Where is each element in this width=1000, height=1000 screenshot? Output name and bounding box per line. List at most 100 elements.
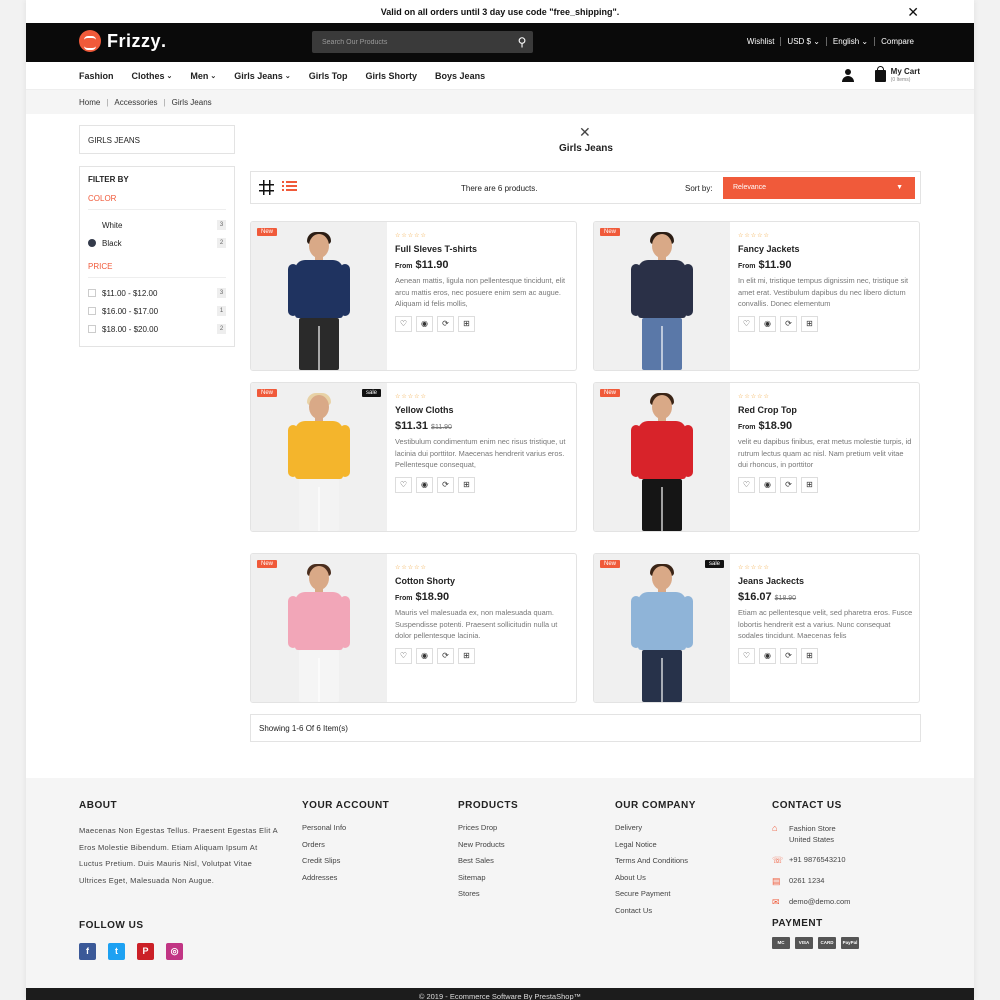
brand-name: Frizzy xyxy=(107,30,162,51)
quick-view-icon[interactable]: ◉ xyxy=(759,316,776,332)
price-filter-2[interactable]: $16.00 - $17.00 1 xyxy=(88,302,226,320)
footer-link[interactable]: About Us xyxy=(615,873,696,882)
add-to-cart-icon[interactable]: ⊞ xyxy=(801,648,818,664)
product-name[interactable]: Full Sleves T-shirts xyxy=(395,244,571,254)
product-price-row: From $11.90 xyxy=(738,259,914,271)
language-selector[interactable]: English ⌄ xyxy=(825,37,874,46)
nav-item-fashion[interactable]: Fashion xyxy=(79,71,114,81)
product-card[interactable]: New ☆☆☆☆☆ Fancy Jackets From $11.90 In elit m… xyxy=(593,221,920,371)
nav-item-girls-top[interactable]: Girls Top xyxy=(309,71,348,81)
price-filter-1[interactable]: $11.00 - $12.00 3 xyxy=(88,284,226,302)
product-image[interactable]: New sale xyxy=(251,383,387,531)
footer-link[interactable]: Addresses xyxy=(302,873,389,882)
add-to-cart-icon[interactable]: ⊞ xyxy=(458,648,475,664)
footer-link[interactable]: New Products xyxy=(458,840,518,849)
footer-link[interactable]: Contact Us xyxy=(615,906,696,915)
nav-item-boys-jeans[interactable]: Boys Jeans xyxy=(435,71,485,81)
product-image[interactable]: New xyxy=(594,222,730,370)
sort-select[interactable]: Relevance ▼ xyxy=(723,177,915,199)
nav-item-men[interactable]: Men ⌄ xyxy=(190,71,216,81)
price-filter-3[interactable]: $18.00 - $20.00 2 xyxy=(88,320,226,338)
quick-view-icon[interactable]: ◉ xyxy=(759,477,776,493)
add-to-cart-icon[interactable]: ⊞ xyxy=(801,316,818,332)
product-image[interactable]: New xyxy=(594,383,730,531)
footer-link[interactable]: Prices Drop xyxy=(458,823,518,832)
product-card[interactable]: New ☆☆☆☆☆ Full Sleves T-shirts From $11.90 Ae… xyxy=(250,221,577,371)
footer-link[interactable]: Delivery xyxy=(615,823,696,832)
compare-icon[interactable]: ⟳ xyxy=(437,648,454,664)
footer-link[interactable]: Personal Info xyxy=(302,823,389,832)
footer-link[interactable]: Terms And Conditions xyxy=(615,856,696,865)
wishlist-icon[interactable]: ♡ xyxy=(395,316,412,332)
color-filter-white[interactable]: White 3 xyxy=(88,216,226,234)
wishlist-icon[interactable]: ♡ xyxy=(395,477,412,493)
logo[interactable]: Frizzy. xyxy=(79,30,167,52)
wishlist-icon[interactable]: ♡ xyxy=(738,477,755,493)
compare-link[interactable]: Compare xyxy=(874,37,920,46)
search-input[interactable] xyxy=(312,38,511,46)
email-text[interactable]: demo@demo.com xyxy=(789,897,850,906)
breadcrumb-home[interactable]: Home xyxy=(79,98,100,107)
close-category-icon[interactable]: ✕ xyxy=(579,124,591,141)
breadcrumb-accessories[interactable]: Accessories xyxy=(114,98,157,107)
footer-link[interactable]: Stores xyxy=(458,889,518,898)
twitter-icon[interactable]: t xyxy=(108,943,125,960)
add-to-cart-icon[interactable]: ⊞ xyxy=(458,477,475,493)
site-header: Frizzy. ⚲ Wishlist USD $ ⌄ English ⌄ Com… xyxy=(26,23,974,62)
filter-title: FILTER BY xyxy=(88,175,129,184)
close-icon[interactable]: ✕ xyxy=(907,4,919,21)
product-name[interactable]: Fancy Jackets xyxy=(738,244,914,254)
add-to-cart-icon[interactable]: ⊞ xyxy=(801,477,818,493)
product-image[interactable]: New xyxy=(251,222,387,370)
grid-view-icon[interactable] xyxy=(259,180,274,195)
compare-icon[interactable]: ⟳ xyxy=(437,477,454,493)
product-image[interactable]: New xyxy=(251,554,387,702)
currency-selector[interactable]: USD $ ⌄ xyxy=(780,37,826,46)
rating-stars-icon: ☆☆☆☆☆ xyxy=(738,565,770,571)
instagram-icon[interactable]: ◎ xyxy=(166,943,183,960)
checkbox[interactable] xyxy=(88,325,96,333)
wishlist-icon[interactable]: ♡ xyxy=(395,648,412,664)
product-card[interactable]: New ☆☆☆☆☆ Red Crop Top From $18.90 velit eu d… xyxy=(593,382,920,532)
cart-button[interactable]: My Cart (0 Items) xyxy=(874,66,920,83)
footer-link[interactable]: Sitemap xyxy=(458,873,518,882)
nav-item-girls-shorty[interactable]: Girls Shorty xyxy=(366,71,418,81)
footer-link[interactable]: Credit Slips xyxy=(302,856,389,865)
quick-view-icon[interactable]: ◉ xyxy=(416,316,433,332)
color-filter-black[interactable]: Black 2 xyxy=(88,234,226,252)
compare-icon[interactable]: ⟳ xyxy=(437,316,454,332)
wishlist-icon[interactable]: ♡ xyxy=(738,316,755,332)
footer-link[interactable]: Legal Notice xyxy=(615,840,696,849)
product-card[interactable]: New sale ☆☆☆☆☆ Jeans Jackects $16.07 $18.90 Et… xyxy=(593,553,920,703)
add-to-cart-icon[interactable]: ⊞ xyxy=(458,316,475,332)
product-name[interactable]: Jeans Jackects xyxy=(738,576,914,586)
quick-view-icon[interactable]: ◉ xyxy=(759,648,776,664)
footer-link[interactable]: Secure Payment xyxy=(615,889,696,898)
compare-icon[interactable]: ⟳ xyxy=(780,477,797,493)
nav-item-girls-jeans[interactable]: Girls Jeans ⌄ xyxy=(234,71,290,81)
product-name[interactable]: Cotton Shorty xyxy=(395,576,571,586)
footer-link[interactable]: Orders xyxy=(302,840,389,849)
product-card[interactable]: New ☆☆☆☆☆ Cotton Shorty From $18.90 Mauris ve… xyxy=(250,553,577,703)
facebook-icon[interactable]: f xyxy=(79,943,96,960)
checkbox[interactable] xyxy=(88,307,96,315)
wishlist-link[interactable]: Wishlist xyxy=(741,37,781,46)
product-name[interactable]: Yellow Cloths xyxy=(395,405,571,415)
wishlist-icon[interactable]: ♡ xyxy=(738,648,755,664)
footer-link[interactable]: Best Sales xyxy=(458,856,518,865)
user-icon[interactable] xyxy=(842,69,854,83)
garment-bottom xyxy=(642,650,682,702)
list-view-icon[interactable] xyxy=(282,181,297,194)
compare-icon[interactable]: ⟳ xyxy=(780,648,797,664)
quick-view-icon[interactable]: ◉ xyxy=(416,648,433,664)
product-image[interactable]: New sale xyxy=(594,554,730,702)
rating-stars-icon: ☆☆☆☆☆ xyxy=(738,233,770,239)
compare-icon[interactable]: ⟳ xyxy=(780,316,797,332)
quick-view-icon[interactable]: ◉ xyxy=(416,477,433,493)
product-name[interactable]: Red Crop Top xyxy=(738,405,914,415)
pinterest-icon[interactable]: P xyxy=(137,943,154,960)
search-icon[interactable]: ⚲ xyxy=(511,35,533,49)
product-card[interactable]: New sale ☆☆☆☆☆ Yellow Cloths $11.31 $11.90 Ves… xyxy=(250,382,577,532)
nav-item-clothes[interactable]: Clothes ⌄ xyxy=(132,71,173,81)
checkbox[interactable] xyxy=(88,289,96,297)
